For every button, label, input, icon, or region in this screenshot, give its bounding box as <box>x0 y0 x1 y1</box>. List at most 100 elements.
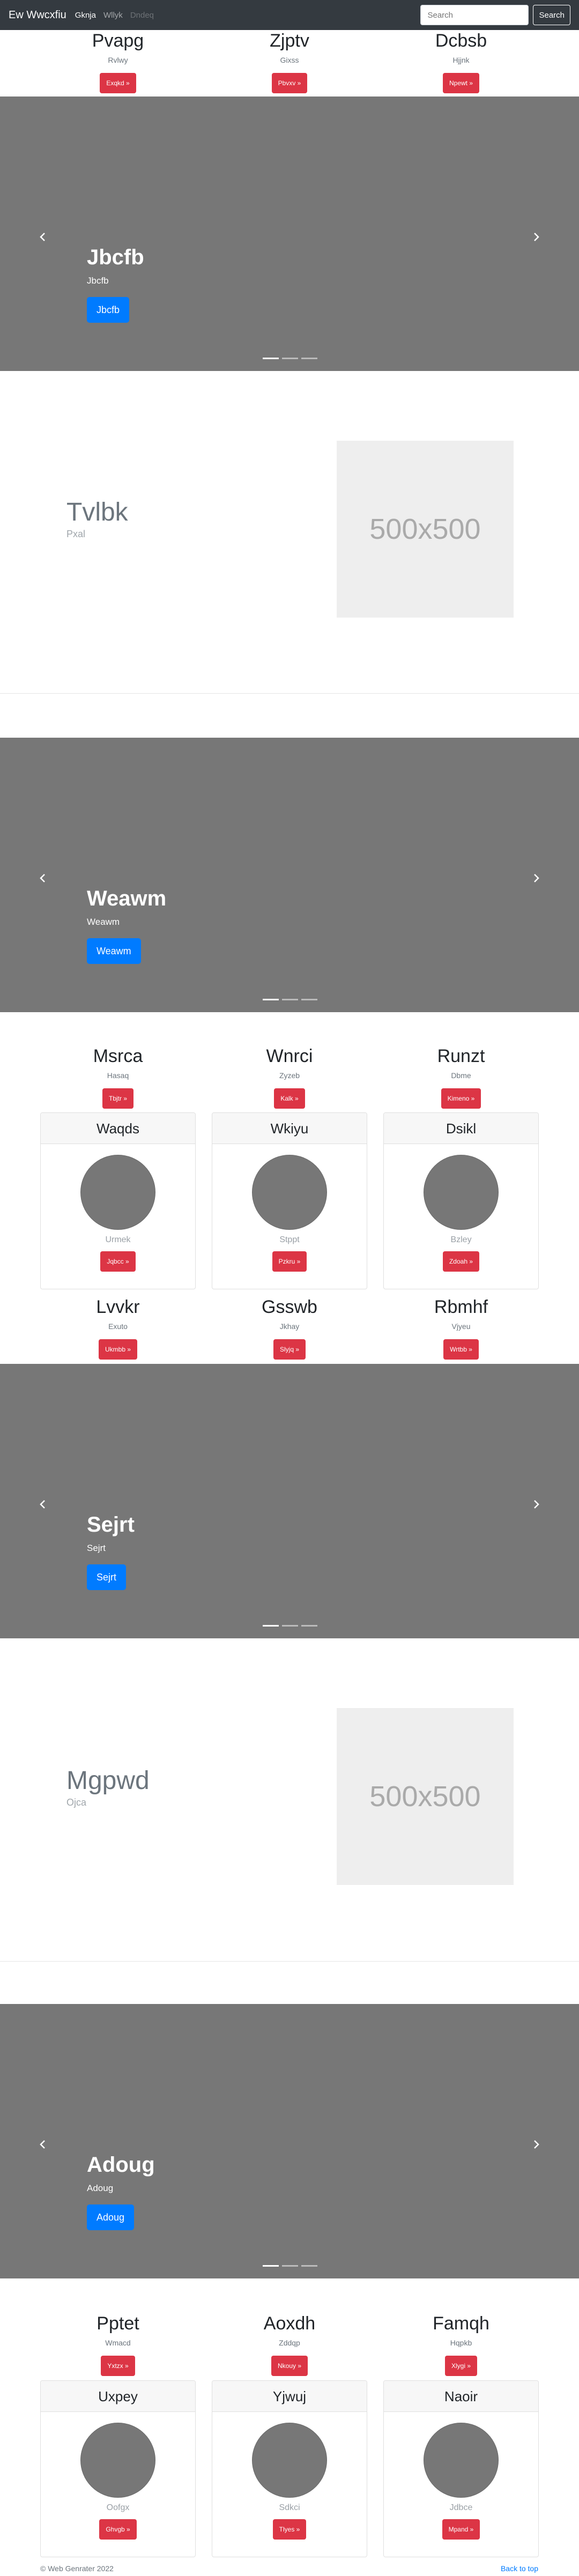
feature-column: Aoxdh Zddqp Nkouy » <box>204 2313 375 2376</box>
carousel-prev-icon[interactable] <box>38 873 48 884</box>
carousel-next-icon[interactable] <box>531 1499 541 1510</box>
feature-title: Runzt <box>437 1046 485 1066</box>
card-header: Waqds <box>41 1113 195 1144</box>
feature-text: Zyzeb <box>279 1071 300 1080</box>
back-to-top-link[interactable]: Back to top <box>501 2564 538 2573</box>
carousel-button[interactable]: Sejrt <box>87 1564 127 1590</box>
carousel-indicator[interactable] <box>282 358 298 359</box>
feature-column: Famqh Hqpkb Xlygi » <box>375 2313 547 2376</box>
feature-button[interactable]: Tbjtr » <box>102 1088 133 1109</box>
feature-row: Pptet Wmacd Yxtzx » Aoxdh Zddqp Nkouy » … <box>0 2313 579 2377</box>
carousel-title: Weawm <box>87 887 167 910</box>
carousel-button[interactable]: Jbcfb <box>87 297 130 323</box>
feature-title: Msrca <box>93 1046 143 1066</box>
carousel-next-icon[interactable] <box>531 2139 541 2150</box>
carousel-indicator[interactable] <box>263 2265 279 2267</box>
card-text: Sdkci <box>279 2503 300 2512</box>
section-divider <box>0 693 579 694</box>
profile-card: Naoir Jdbce Mpand » <box>383 2380 539 2557</box>
card-text: Urmek <box>105 1235 131 1244</box>
feature-column: Lvvkr Exuto Ukmbb » <box>32 1296 204 1360</box>
feature-button[interactable]: Yxtzx » <box>101 2356 135 2376</box>
carousel-indicator[interactable] <box>263 1625 279 1627</box>
card-body: Oofgx Ghvgb » <box>41 2412 195 2540</box>
feature-column: Rbmhf Vjyeu Wrtbb » <box>375 1296 547 1360</box>
carousel-title: Jbcfb <box>87 246 144 269</box>
feature-text: Vjyeu <box>451 1322 471 1331</box>
card-button[interactable]: Jqbcc » <box>100 1251 136 1272</box>
feature-column: Gsswb Jkhay Slyjq » <box>204 1296 375 1360</box>
carousel-indicator[interactable] <box>301 358 317 359</box>
carousel-indicator[interactable] <box>282 2265 298 2267</box>
feature-title: Pvapg <box>92 31 144 51</box>
feature-button[interactable]: Ukmbb » <box>98 1339 138 1360</box>
carousel-indicator[interactable] <box>282 999 298 1000</box>
card-button[interactable]: Zdoah » <box>442 1251 480 1272</box>
carousel-indicator[interactable] <box>282 1625 298 1627</box>
carousel-indicator[interactable] <box>263 999 279 1000</box>
feature-text: Hjjnk <box>452 56 470 64</box>
carousel-indicators <box>263 1625 317 1627</box>
feature-button[interactable]: Nkouy » <box>271 2356 308 2376</box>
card-body: Sdkci Tlyes » <box>212 2412 367 2540</box>
avatar <box>424 2423 499 2498</box>
search-input[interactable] <box>420 5 529 25</box>
nav-link-wllyk[interactable]: Wllyk <box>103 11 123 20</box>
feature-button[interactable]: Xlygi » <box>444 2356 478 2376</box>
feature-text: Wmacd <box>105 2339 131 2347</box>
feature-text: Rvlwy <box>108 56 128 64</box>
hero-subtitle: Pxal <box>66 529 86 539</box>
avatar <box>80 2423 155 2498</box>
card-body: Jdbce Mpand » <box>384 2412 538 2540</box>
carousel-indicator[interactable] <box>301 2265 317 2267</box>
carousel-prev-icon[interactable] <box>38 1499 48 1510</box>
carousel-text: Adoug <box>87 2183 114 2193</box>
page-footer: © Web Genrater 2022 Back to top <box>0 2563 579 2575</box>
feature-column: Dcbsb Hjjnk Npewt » <box>375 30 547 93</box>
card-text: Oofgx <box>106 2503 130 2512</box>
feature-button[interactable]: Exqkd » <box>100 73 136 93</box>
carousel-indicator[interactable] <box>263 358 279 359</box>
carousel-button[interactable]: Weawm <box>87 938 141 964</box>
avatar <box>252 2423 327 2498</box>
card-button[interactable]: Tlyes » <box>272 2519 307 2540</box>
feature-text: Dbme <box>451 1071 471 1080</box>
carousel-prev-icon[interactable] <box>38 232 48 242</box>
hero-image-placeholder: 500x500 <box>337 1708 514 1885</box>
feature-button[interactable]: Wrtbb » <box>443 1339 479 1360</box>
carousel-text: Sejrt <box>87 1543 106 1553</box>
carousel-button[interactable]: Adoug <box>87 2204 135 2230</box>
hero-text: Mgpwd Ojca <box>66 1766 150 1808</box>
card-header: Yjwuj <box>212 2381 367 2412</box>
feature-button[interactable]: Kalk » <box>274 1088 305 1109</box>
feature-title: Zjptv <box>270 31 309 51</box>
card-body: Stppt Pzkru » <box>212 1144 367 1272</box>
feature-button[interactable]: Pbvxv » <box>271 73 308 93</box>
feature-column: Wnrci Zyzeb Kalk » <box>204 1045 375 1109</box>
carousel-next-icon[interactable] <box>531 873 541 884</box>
feature-title: Lvvkr <box>96 1297 140 1317</box>
profile-card: Uxpey Oofgx Ghvgb » <box>40 2380 196 2557</box>
hero-text: Tvlbk Pxal <box>66 498 128 540</box>
card-button[interactable]: Ghvgb » <box>99 2519 137 2540</box>
nav-link-gknja[interactable]: Gknja <box>75 11 96 20</box>
carousel-indicator[interactable] <box>301 999 317 1000</box>
feature-button[interactable]: Npewt » <box>442 73 480 93</box>
feature-button[interactable]: Kimeno » <box>441 1088 481 1109</box>
carousel-prev-icon[interactable] <box>38 2139 48 2150</box>
avatar <box>252 1155 327 1230</box>
card-header: Wkiyu <box>212 1113 367 1144</box>
search-button[interactable]: Search <box>533 5 570 25</box>
feature-row: Pvapg Rvlwy Exqkd » Zjptv Gixss Pbvxv » … <box>0 30 579 96</box>
carousel-text: Jbcfb <box>87 276 109 286</box>
carousel-indicator[interactable] <box>301 1625 317 1627</box>
feature-button[interactable]: Slyjq » <box>273 1339 306 1360</box>
navbar-brand[interactable]: Ew Wwcxfiu <box>9 9 66 21</box>
feature-column: Pptet Wmacd Yxtzx » <box>32 2313 204 2376</box>
carousel-next-icon[interactable] <box>531 232 541 242</box>
carousel-caption: Adoug Adoug Adoug <box>87 2152 155 2230</box>
card-text: Stppt <box>279 1235 300 1244</box>
feature-row: Lvvkr Exuto Ukmbb » Gsswb Jkhay Slyjq » … <box>0 1296 579 1363</box>
card-button[interactable]: Pzkru » <box>272 1251 307 1272</box>
card-button[interactable]: Mpand » <box>442 2519 480 2540</box>
